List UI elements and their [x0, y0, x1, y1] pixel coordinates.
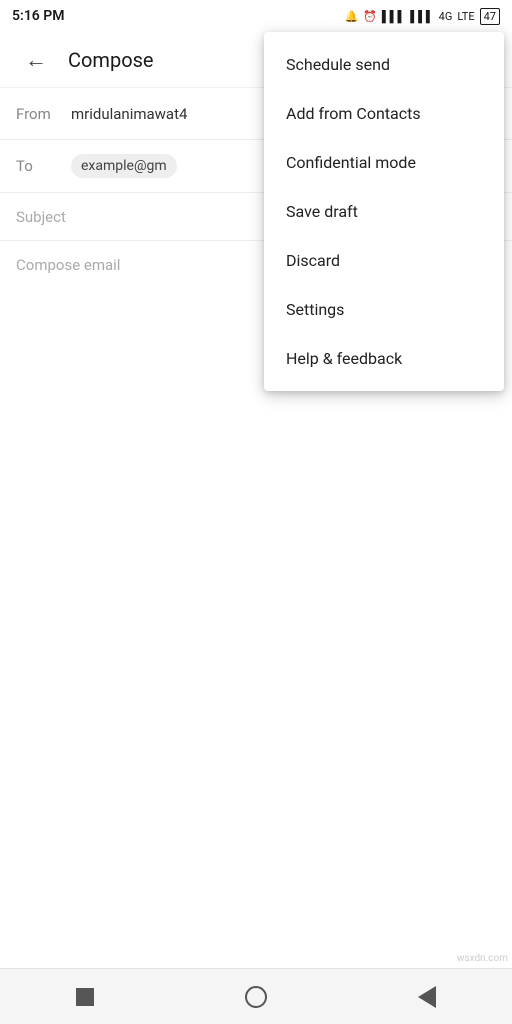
- menu-item-schedule-send[interactable]: Schedule send: [264, 40, 504, 89]
- alarm-icon: 🔔: [344, 10, 358, 23]
- menu-item-help-feedback[interactable]: Help & feedback: [264, 334, 504, 383]
- 4g-icon: 4G: [439, 10, 453, 23]
- compose-placeholder: Compose email: [16, 256, 120, 274]
- page-title: Compose: [68, 48, 154, 72]
- back-button[interactable]: ←: [16, 40, 56, 80]
- lte-icon: LTE: [457, 10, 474, 23]
- menu-item-add-from-contacts[interactable]: Add from Contacts: [264, 89, 504, 138]
- menu-item-discard[interactable]: Discard: [264, 236, 504, 285]
- menu-item-confidential-mode[interactable]: Confidential mode: [264, 138, 504, 187]
- back-arrow-icon: ←: [25, 47, 47, 73]
- battery-icon: 47: [480, 8, 500, 25]
- bottom-nav: [0, 968, 512, 1024]
- status-time: 5:16 PM: [12, 8, 65, 24]
- nav-back-button[interactable]: [407, 977, 447, 1017]
- status-icons: 🔔 ⏰ ▌▌▌ ▌▌▌ 4G LTE 47: [344, 8, 500, 25]
- watermark: wsxdn.com: [457, 953, 508, 964]
- from-label: From: [16, 105, 71, 123]
- clock-icon: ⏰: [363, 10, 377, 23]
- menu-item-settings[interactable]: Settings: [264, 285, 504, 334]
- to-chip[interactable]: example@gm: [71, 154, 177, 178]
- square-icon: [76, 988, 94, 1006]
- triangle-icon: [418, 986, 436, 1008]
- to-chip-text: example@gm: [81, 158, 167, 174]
- nav-square-button[interactable]: [65, 977, 105, 1017]
- signal2-icon: ▌▌▌: [410, 10, 433, 23]
- circle-icon: [245, 986, 267, 1008]
- status-bar: 5:16 PM 🔔 ⏰ ▌▌▌ ▌▌▌ 4G LTE 47: [0, 0, 512, 32]
- to-label: To: [16, 157, 71, 175]
- menu-item-save-draft[interactable]: Save draft: [264, 187, 504, 236]
- nav-home-button[interactable]: [236, 977, 276, 1017]
- subject-placeholder: Subject: [16, 208, 66, 226]
- signal-icon: ▌▌▌: [382, 10, 405, 23]
- dropdown-menu: Schedule sendAdd from ContactsConfidenti…: [264, 32, 504, 391]
